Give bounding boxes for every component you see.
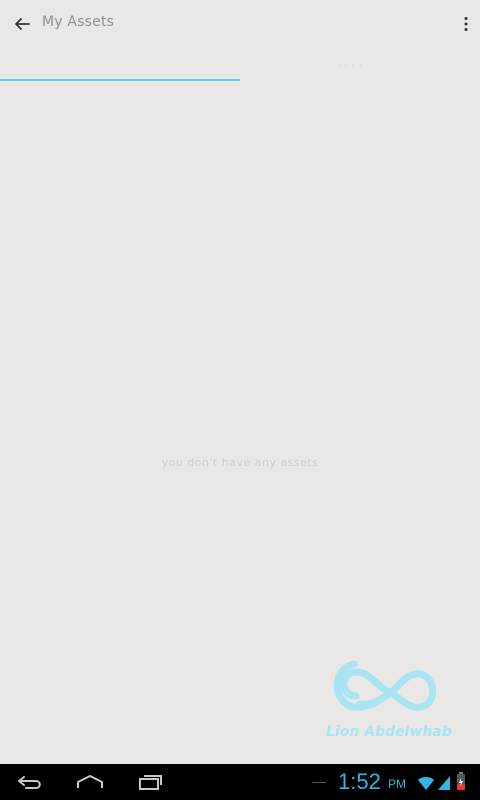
tab-selection-indicator xyxy=(0,79,240,81)
system-navigation-bar: 1:52 PM xyxy=(0,764,480,800)
tab-1[interactable] xyxy=(0,48,240,82)
back-icon xyxy=(18,776,41,789)
watermark-text: Lion Abdelwhab xyxy=(326,724,452,740)
overflow-menu-button[interactable] xyxy=(456,10,476,38)
nav-recent-apps-button[interactable] xyxy=(132,770,168,794)
signal-icon xyxy=(438,776,450,790)
infinity-loop-logo xyxy=(333,660,437,711)
home-icon xyxy=(77,775,103,788)
status-icons xyxy=(416,772,472,792)
back-button[interactable] xyxy=(8,10,36,38)
nav-back-button[interactable] xyxy=(12,770,48,794)
page-title: My Assets xyxy=(42,14,115,30)
arrow-left-icon xyxy=(15,18,30,30)
status-separator xyxy=(312,782,326,783)
tab-bar: · · · · xyxy=(0,48,480,82)
watermark: Lion Abdelwhab xyxy=(326,656,452,748)
more-vertical-icon xyxy=(464,17,468,31)
battery-icon xyxy=(457,772,465,790)
clock-ampm: PM xyxy=(388,777,406,791)
tab-2[interactable]: · · · · xyxy=(240,48,480,82)
nav-home-button[interactable] xyxy=(72,770,108,794)
recent-apps-icon xyxy=(139,775,162,790)
wifi-icon xyxy=(418,777,434,790)
empty-state-message: you don't have any assets xyxy=(161,456,319,469)
tab-2-label: · · · · xyxy=(337,58,362,72)
app-bar: My Assets xyxy=(0,0,480,48)
clock-time: 1:52 xyxy=(338,769,381,794)
